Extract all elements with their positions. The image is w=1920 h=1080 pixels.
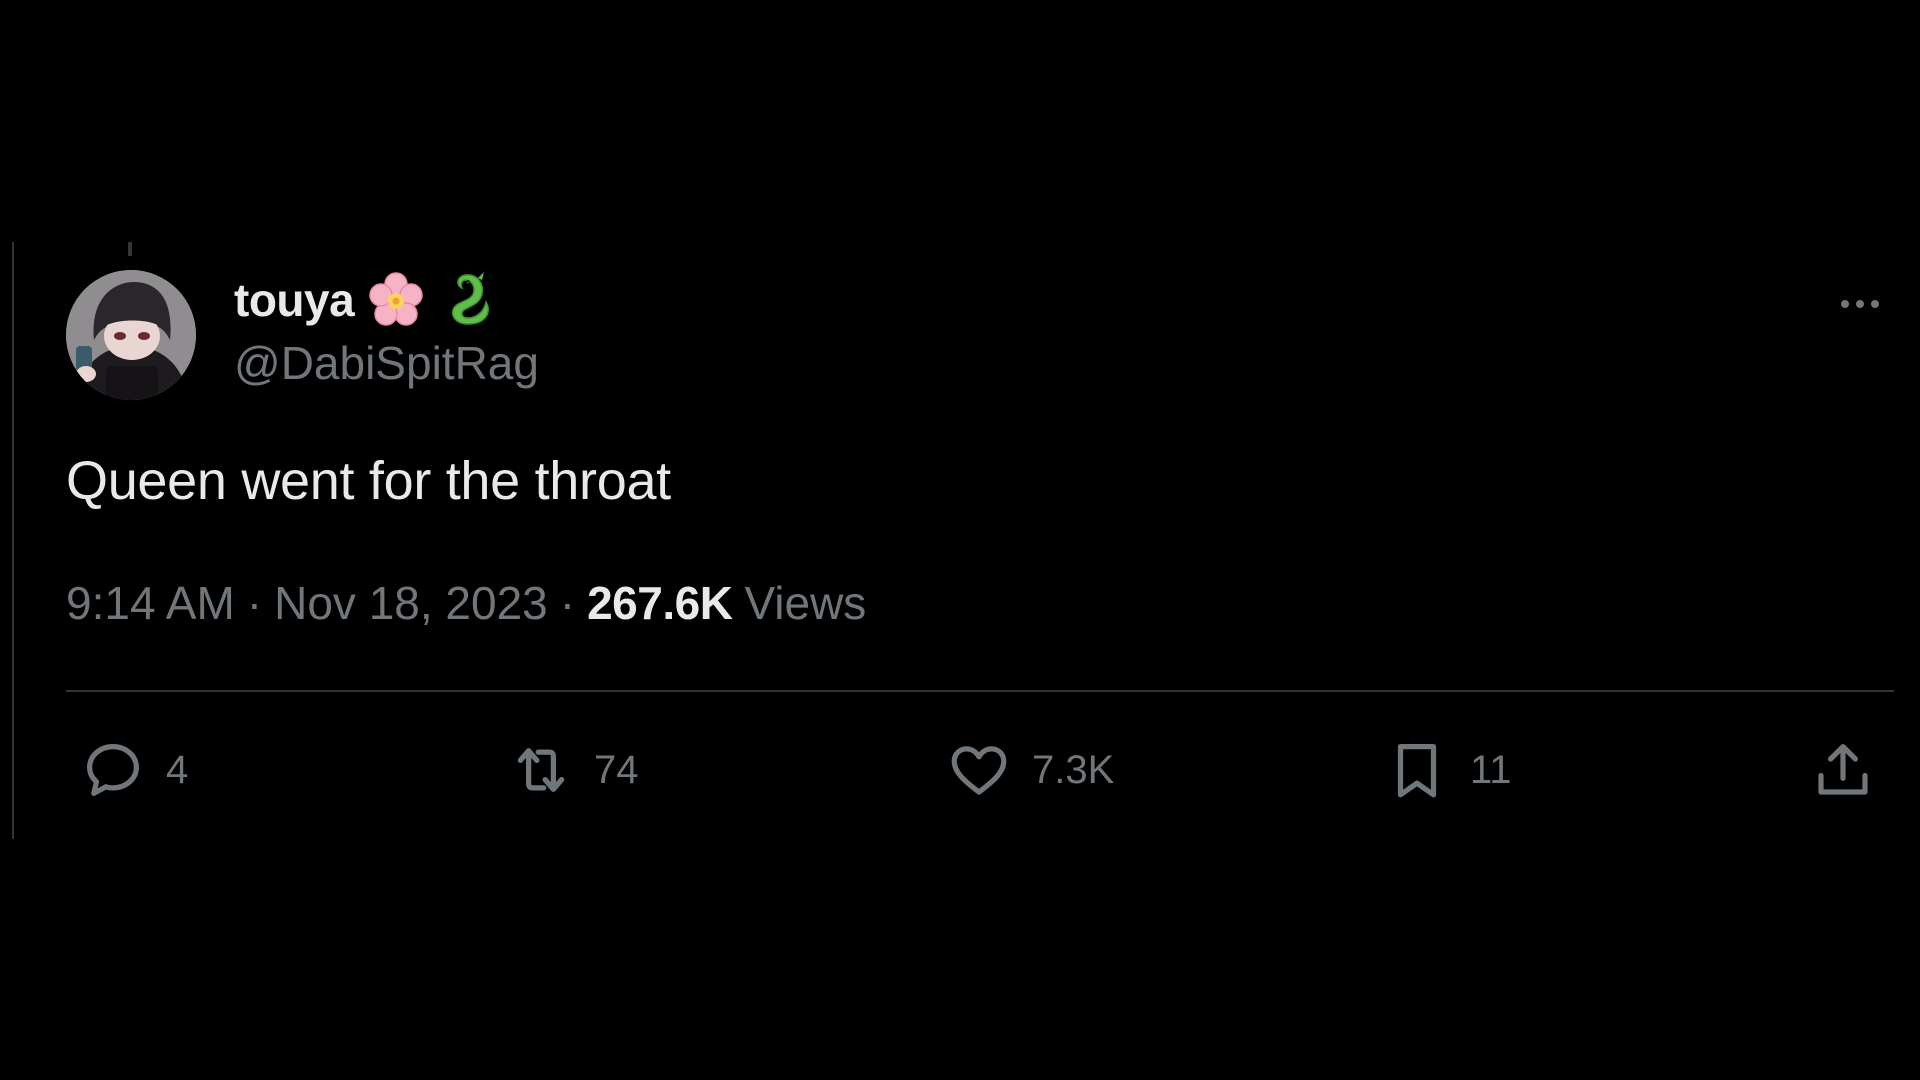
like-button[interactable]: 7.3K xyxy=(946,730,1114,810)
display-name[interactable]: touya xyxy=(234,273,355,327)
bookmark-button[interactable]: 11 xyxy=(1384,730,1512,810)
tweet-text: Queen went for the throat xyxy=(66,451,671,511)
reply-count: 4 xyxy=(166,747,189,792)
retweet-button[interactable]: 74 xyxy=(508,730,639,810)
author-name-row[interactable]: touya xyxy=(234,272,498,328)
views-count[interactable]: 267.6K xyxy=(587,576,733,630)
user-handle[interactable]: @DabiSpitRag xyxy=(234,336,539,390)
heart-icon xyxy=(951,746,1007,795)
meta-separator: · xyxy=(246,577,263,629)
reply-button[interactable]: 4 xyxy=(80,730,188,810)
more-dot-icon xyxy=(1856,300,1864,308)
reply-icon xyxy=(87,744,139,796)
share-icon xyxy=(1818,744,1868,795)
avatar-image xyxy=(66,270,196,400)
meta-separator: · xyxy=(559,577,576,629)
avatar[interactable] xyxy=(66,270,196,400)
views-label[interactable]: Views xyxy=(744,576,866,630)
more-dot-icon xyxy=(1841,300,1849,308)
tweet-time[interactable]: 9:14 AM xyxy=(66,576,235,630)
bookmark-icon xyxy=(1397,744,1437,798)
tweet-date[interactable]: Nov 18, 2023 xyxy=(274,576,548,630)
bookmark-count: 11 xyxy=(1470,747,1512,792)
like-count: 7.3K xyxy=(1032,747,1115,792)
retweet-count: 74 xyxy=(594,747,639,792)
tweet-meta: 9:14 AM · Nov 18, 2023 · 267.6K Views xyxy=(66,576,866,630)
thread-connector xyxy=(128,242,132,256)
more-options-button[interactable] xyxy=(1830,286,1890,322)
dragon-icon xyxy=(438,270,498,330)
more-dot-icon xyxy=(1871,300,1879,308)
divider xyxy=(66,690,1894,692)
thread-line xyxy=(12,242,14,839)
retweet-icon xyxy=(517,748,565,792)
share-button[interactable] xyxy=(1810,730,1876,810)
cherry-blossom-icon xyxy=(366,270,426,330)
